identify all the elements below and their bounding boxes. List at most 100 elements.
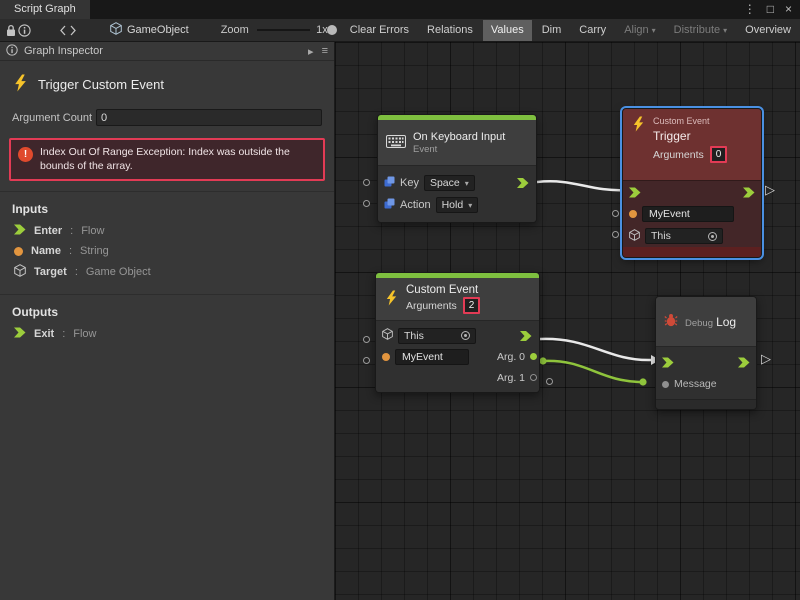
error-message-text: Index Out Of Range Exception: Index was … — [40, 146, 316, 173]
lightning-bolt-icon — [384, 290, 399, 309]
error-icon: ! — [18, 147, 33, 162]
maximize-icon[interactable]: □ — [767, 0, 774, 19]
message-input-port[interactable] — [662, 381, 669, 388]
arguments-count-field[interactable]: 0 — [710, 146, 728, 163]
arg0-output-port[interactable] — [530, 353, 537, 360]
chevron-down-icon: ▾ — [465, 179, 469, 188]
port-type: String — [80, 245, 109, 257]
panel-dock-icon[interactable]: ▸ — [308, 45, 314, 58]
trigger-name-input-port[interactable] — [612, 210, 619, 217]
arg1-outer-port[interactable] — [546, 378, 553, 385]
info-toggle-icon[interactable] — [18, 20, 32, 41]
node-trigger-custom-event[interactable]: Custom Event Trigger Arguments 0 MyEvent — [622, 108, 762, 258]
key-dropdown[interactable]: Space ▾ — [424, 175, 475, 191]
flow-output-port[interactable] — [520, 330, 532, 341]
graph-inspector-header: Graph Inspector ▸ ≡ — [0, 42, 334, 61]
flow-output-port[interactable] — [738, 357, 750, 368]
node-custom-event[interactable]: Custom Event Arguments 2 This MyEvent Ar… — [375, 272, 540, 393]
bug-icon — [664, 313, 678, 330]
distribute-label: Distribute — [674, 24, 720, 36]
zoom-slider[interactable] — [257, 24, 310, 36]
target-dropdown[interactable]: This — [645, 228, 723, 244]
node-on-keyboard-input[interactable]: On Keyboard Input Event Key Space ▾ Acti… — [377, 114, 537, 223]
outputs-section-header: Outputs — [0, 295, 334, 324]
flow-continue-icon: ▷ — [761, 353, 771, 365]
argument-count-input[interactable] — [96, 109, 322, 126]
flow-row — [662, 351, 750, 373]
node-body: Message — [656, 347, 756, 399]
message-row: Message — [662, 373, 750, 395]
trigger-target-input-port[interactable] — [612, 231, 619, 238]
custom-event-target-input-port[interactable] — [363, 336, 370, 343]
arguments-label: Arguments — [653, 149, 704, 161]
node-debug-log[interactable]: Debug Log Message — [655, 296, 757, 410]
window-menu-icon[interactable]: ⋮ — [744, 0, 756, 19]
tab-label: Script Graph — [14, 3, 76, 15]
lightning-bolt-icon — [631, 116, 646, 174]
graph-inspector-title: Graph Inspector — [24, 45, 103, 57]
target-row: This — [382, 325, 533, 346]
distribute-button[interactable]: Distribute▾ — [666, 20, 735, 41]
action-value: Hold — [442, 199, 464, 211]
port-colon: : — [75, 266, 78, 278]
event-name-row: MyEvent Arg. 0 — [382, 346, 533, 367]
string-port-icon — [382, 353, 390, 361]
zoom-slider-track — [257, 29, 310, 31]
key-input-port[interactable] — [363, 179, 370, 186]
values-button[interactable]: Values — [483, 20, 532, 41]
align-label: Align — [624, 24, 648, 36]
error-message-box: ! Index Out Of Range Exception: Index wa… — [9, 138, 325, 181]
clear-errors-button[interactable]: Clear Errors — [342, 20, 417, 41]
keycode-icon — [384, 198, 395, 212]
flow-row — [629, 181, 755, 203]
relations-button[interactable]: Relations — [419, 20, 481, 41]
node-error-bar — [623, 247, 761, 257]
message-label: Message — [674, 378, 717, 390]
flow-arrow-icon — [14, 327, 26, 341]
dim-button[interactable]: Dim — [534, 20, 570, 41]
port-name: Target — [34, 266, 67, 278]
unit-title-row: Trigger Custom Event — [0, 61, 334, 106]
lightning-bolt-icon — [12, 74, 29, 95]
input-port-target: Target : Game Object — [0, 261, 334, 284]
flow-input-port[interactable] — [629, 187, 641, 198]
port-type: Flow — [73, 328, 96, 340]
target-dropdown[interactable]: This — [398, 328, 476, 344]
node-category: Custom Event — [653, 116, 727, 126]
input-port-enter: Enter : Flow — [0, 221, 334, 242]
code-icon[interactable] — [60, 20, 76, 41]
target-picker-icon — [708, 232, 717, 241]
overview-button[interactable]: Overview — [737, 20, 799, 41]
target-picker-icon — [461, 331, 470, 340]
node-header: Custom Event Trigger Arguments 0 — [623, 109, 761, 181]
node-body: MyEvent This — [623, 181, 761, 247]
gameobject-label: GameObject — [127, 24, 189, 36]
event-name-field[interactable]: MyEvent — [395, 349, 469, 365]
action-input-port[interactable] — [363, 200, 370, 207]
graph-canvas[interactable]: On Keyboard Input Event Key Space ▾ Acti… — [335, 42, 800, 600]
panel-menu-icon[interactable]: ≡ — [322, 45, 328, 58]
lock-icon[interactable] — [4, 20, 18, 41]
align-button[interactable]: Align▾ — [616, 20, 663, 41]
flow-output-port[interactable] — [743, 187, 755, 198]
key-port-row: Key Space ▾ — [384, 172, 530, 194]
tab-script-graph[interactable]: Script Graph — [0, 0, 90, 19]
arguments-count-field[interactable]: 2 — [463, 297, 481, 314]
string-port-icon — [629, 210, 637, 218]
zoom-slider-knob[interactable] — [327, 25, 337, 35]
argument-count-row: Argument Count — [0, 106, 334, 134]
gameobject-selector[interactable]: GameObject — [110, 22, 189, 38]
event-name-field[interactable]: MyEvent — [642, 206, 734, 222]
arg1-output-port[interactable] — [530, 374, 537, 381]
target-value: This — [651, 230, 671, 242]
flow-output-port[interactable] — [517, 178, 529, 189]
arguments-label: Arguments — [406, 300, 457, 312]
carry-button[interactable]: Carry — [571, 20, 614, 41]
custom-event-name-input-port[interactable] — [363, 357, 370, 364]
chevron-down-icon: ▾ — [723, 26, 727, 35]
action-port-row: Action Hold ▾ — [384, 194, 530, 216]
action-dropdown[interactable]: Hold ▾ — [436, 197, 479, 213]
flow-input-port[interactable] — [662, 357, 674, 368]
close-icon[interactable]: × — [785, 0, 792, 19]
node-header: Debug Log — [656, 297, 756, 347]
